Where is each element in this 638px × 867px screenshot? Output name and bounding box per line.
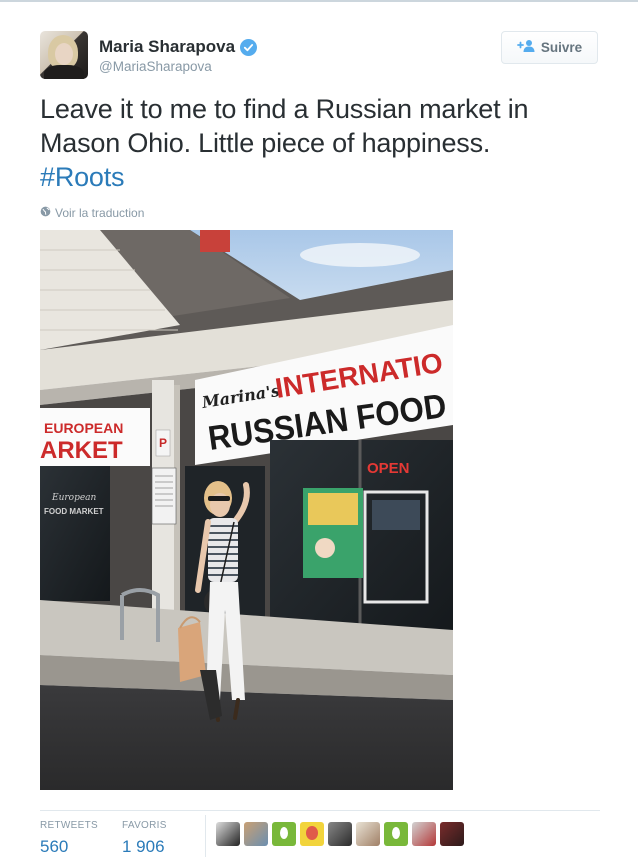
favoriters-avatars xyxy=(216,822,464,846)
open-sign: OPEN xyxy=(367,460,410,477)
user-handle[interactable]: @MariaSharapova xyxy=(99,59,212,74)
favorites-label: FAVORIS xyxy=(122,820,167,831)
follow-button[interactable]: Suivre xyxy=(501,31,598,64)
favoriter-avatar[interactable] xyxy=(300,822,324,846)
tweet-photo[interactable]: EUROPEAN ARKET Marina's INTERNATIO RUSSI… xyxy=(40,230,453,790)
add-user-icon xyxy=(516,39,535,56)
verified-badge-icon xyxy=(240,38,258,56)
favoriter-avatar[interactable] xyxy=(356,822,380,846)
favorites-stat[interactable]: FAVORIS 1 906 xyxy=(122,820,167,857)
favoriter-avatar[interactable] xyxy=(216,822,240,846)
favoriter-avatar[interactable] xyxy=(412,822,436,846)
tweet-text-line: Mason Ohio. Little piece of happiness. xyxy=(40,128,491,158)
tweet-text: Leave it to me to find a Russian market … xyxy=(40,92,600,194)
window-text-script: European xyxy=(51,493,97,503)
window-text: FOOD MARKET xyxy=(44,507,104,516)
favoriter-avatar[interactable] xyxy=(384,822,408,846)
favoriter-avatar[interactable] xyxy=(272,822,296,846)
translate-link[interactable]: Voir la traduction xyxy=(40,206,144,220)
globe-icon xyxy=(40,206,51,220)
left-sign-line1: EUROPEAN xyxy=(44,420,123,436)
retweets-label: RETWEETS xyxy=(40,820,98,831)
follow-button-label: Suivre xyxy=(540,40,583,55)
avatar[interactable] xyxy=(40,31,88,79)
favoriter-avatar[interactable] xyxy=(244,822,268,846)
user-name-text[interactable]: Maria Sharapova xyxy=(99,37,235,57)
favoriter-avatar[interactable] xyxy=(440,822,464,846)
parking-sign: P xyxy=(159,436,167,450)
translate-label: Voir la traduction xyxy=(55,206,145,220)
top-border xyxy=(0,0,638,2)
stats-divider xyxy=(40,810,600,811)
favoriter-avatar[interactable] xyxy=(328,822,352,846)
left-sign-line2: ARKET xyxy=(40,437,123,464)
favorites-count[interactable]: 1 906 xyxy=(122,837,167,857)
tweet-text-line: Leave it to me to find a Russian market … xyxy=(40,94,529,124)
retweets-stat[interactable]: RETWEETS 560 xyxy=(40,820,98,857)
retweets-count[interactable]: 560 xyxy=(40,837,98,857)
stats-separator xyxy=(205,815,206,857)
hashtag-link[interactable]: #Roots xyxy=(40,160,600,194)
user-name[interactable]: Maria Sharapova xyxy=(99,37,258,57)
